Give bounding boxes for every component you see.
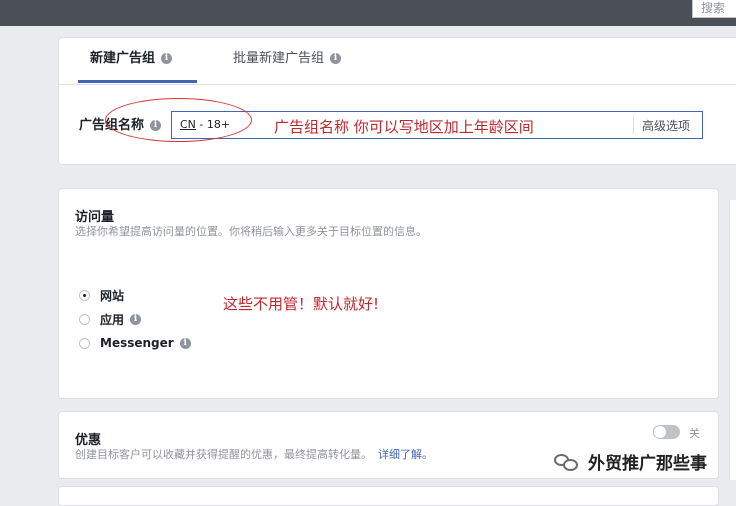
radio-label: 应用: [100, 312, 125, 327]
toggle-label: 关: [689, 427, 700, 440]
input-separator: [633, 116, 634, 134]
annotation-traffic-hint: 这些不用管！默认就好!: [223, 295, 380, 313]
radio-option-website[interactable]: 网站: [79, 287, 124, 303]
radio-option-messenger[interactable]: Messenger i: [79, 335, 191, 351]
offers-toggle[interactable]: [653, 425, 680, 439]
right-panel-edge: [729, 200, 736, 480]
info-icon[interactable]: i: [130, 313, 142, 325]
learn-more-link[interactable]: 详细了解。: [378, 448, 433, 461]
radio-label: Messenger: [100, 336, 174, 350]
tab-label: 批量新建广告组: [233, 51, 325, 66]
offers-description: 创建目标客户可以收藏并获得提醒的优惠，最终提高转化量。 详细了解。: [75, 446, 433, 462]
offers-description-text: 创建目标客户可以收藏并获得提醒的优惠，最终提高转化量。: [75, 448, 372, 461]
info-icon[interactable]: i: [161, 53, 173, 64]
toggle-knob: [653, 425, 667, 439]
radio-option-app[interactable]: 应用 i: [79, 311, 142, 327]
tab-divider: [58, 84, 736, 85]
traffic-card: [58, 188, 719, 399]
watermark: 外贸推广那些事: [554, 449, 707, 474]
advanced-options-button[interactable]: 高级选项: [642, 117, 690, 134]
watermark-text: 外贸推广那些事: [588, 454, 707, 474]
traffic-description: 选择你希望提高访问量的位置。你将稍后输入更多关于目标位置的信息。: [75, 225, 427, 238]
radio-button[interactable]: [79, 313, 90, 325]
top-bar: 搜索: [0, 0, 736, 26]
search-input[interactable]: 搜索: [692, 0, 736, 18]
active-tab-indicator: [78, 80, 197, 83]
wechat-icon: [554, 452, 580, 472]
info-icon[interactable]: i: [179, 337, 191, 349]
annotation-name-hint: 广告组名称 你可以写地区加上年龄区间: [274, 118, 534, 136]
tab-create-adset[interactable]: 新建广告组 i: [90, 50, 173, 68]
info-icon[interactable]: i: [330, 53, 342, 64]
radio-button[interactable]: [79, 337, 90, 349]
tab-label: 新建广告组: [90, 51, 156, 66]
highlight-ellipse: [105, 98, 252, 142]
tab-bulk-create[interactable]: 批量新建广告组 i: [233, 50, 342, 68]
radio-button-selected[interactable]: [79, 289, 90, 301]
next-card: [58, 486, 719, 506]
radio-label: 网站: [100, 288, 125, 303]
